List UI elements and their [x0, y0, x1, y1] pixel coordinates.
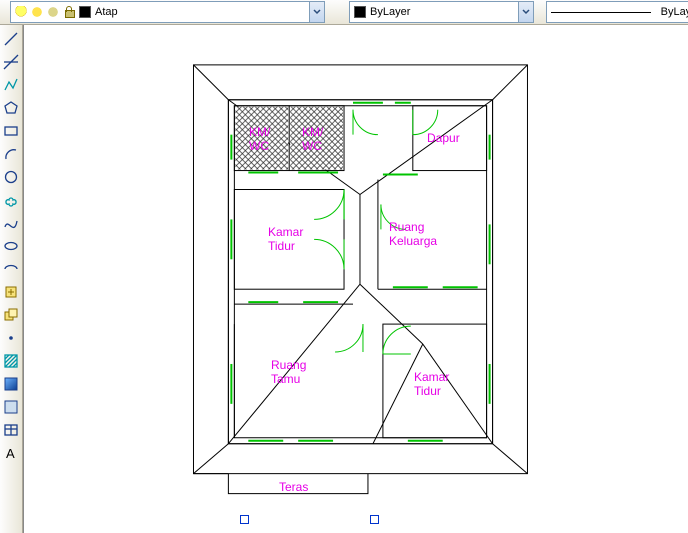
drawing-area[interactable]: KM/ WC KM/ WC Dapur Kamar Tidur Ruang Ke…	[23, 25, 688, 533]
label-dapur: Dapur	[427, 131, 460, 145]
linetype-dropdown[interactable]: ByLayer	[546, 1, 688, 23]
lock-icon	[63, 6, 75, 18]
selection-grip[interactable]	[370, 515, 379, 524]
line-tool[interactable]	[1, 29, 21, 49]
floor-plan-drawing	[24, 25, 688, 531]
layer-previous-button[interactable]	[329, 1, 331, 23]
rectangle-tool[interactable]	[1, 121, 21, 141]
svg-text:A: A	[6, 446, 15, 461]
region-tool[interactable]	[1, 397, 21, 417]
linetype-name: ByLayer	[661, 6, 688, 18]
workspace: A	[0, 25, 688, 533]
hatch-tool[interactable]	[1, 351, 21, 371]
label-km-wc-2: KM/ WC	[302, 125, 323, 153]
make-block-tool[interactable]	[1, 305, 21, 325]
ellipse-tool[interactable]	[1, 236, 21, 256]
revcloud-tool[interactable]	[1, 190, 21, 210]
label-km-wc-1: KM/ WC	[249, 125, 270, 153]
layer-dropdown[interactable]: Atap	[10, 1, 310, 23]
properties-toolbar: Atap ByLayer ByLayer	[0, 0, 688, 25]
color-name: ByLayer	[370, 6, 410, 18]
label-ruang-keluarga: Ruang Keluarga	[389, 220, 437, 248]
linetype-sample	[551, 12, 651, 13]
lightbulb-icon	[15, 6, 27, 18]
construction-line-tool[interactable]	[1, 52, 21, 72]
layer-name: Atap	[95, 6, 118, 18]
color-dropdown[interactable]: ByLayer	[349, 1, 519, 23]
table-tool[interactable]	[1, 420, 21, 440]
polygon-tool[interactable]	[1, 98, 21, 118]
text-tool[interactable]: A	[1, 443, 21, 463]
label-kamar-tidur-2: Kamar Tidur	[414, 370, 449, 398]
layer-states-button[interactable]	[335, 1, 337, 23]
sun-icon	[31, 6, 43, 18]
label-kamar-tidur-1: Kamar Tidur	[268, 225, 303, 253]
color-dropdown-arrow[interactable]	[519, 1, 534, 23]
layer-dropdown-arrow[interactable]	[310, 1, 325, 23]
arc-tool[interactable]	[1, 144, 21, 164]
circle-tool[interactable]	[1, 167, 21, 187]
label-ruang-tamu: Ruang Tamu	[271, 358, 306, 386]
gradient-tool[interactable]	[1, 374, 21, 394]
label-teras: Teras	[279, 480, 308, 494]
layer-properties-button[interactable]	[4, 1, 6, 23]
insert-block-tool[interactable]	[1, 282, 21, 302]
layer-color-swatch	[79, 6, 91, 18]
selection-grip[interactable]	[240, 515, 249, 524]
freeze-icon	[47, 6, 59, 18]
polyline-tool[interactable]	[1, 75, 21, 95]
spline-tool[interactable]	[1, 213, 21, 233]
ellipse-arc-tool[interactable]	[1, 259, 21, 279]
point-tool[interactable]	[1, 328, 21, 348]
draw-toolbar: A	[0, 25, 23, 533]
color-swatch	[354, 6, 366, 18]
